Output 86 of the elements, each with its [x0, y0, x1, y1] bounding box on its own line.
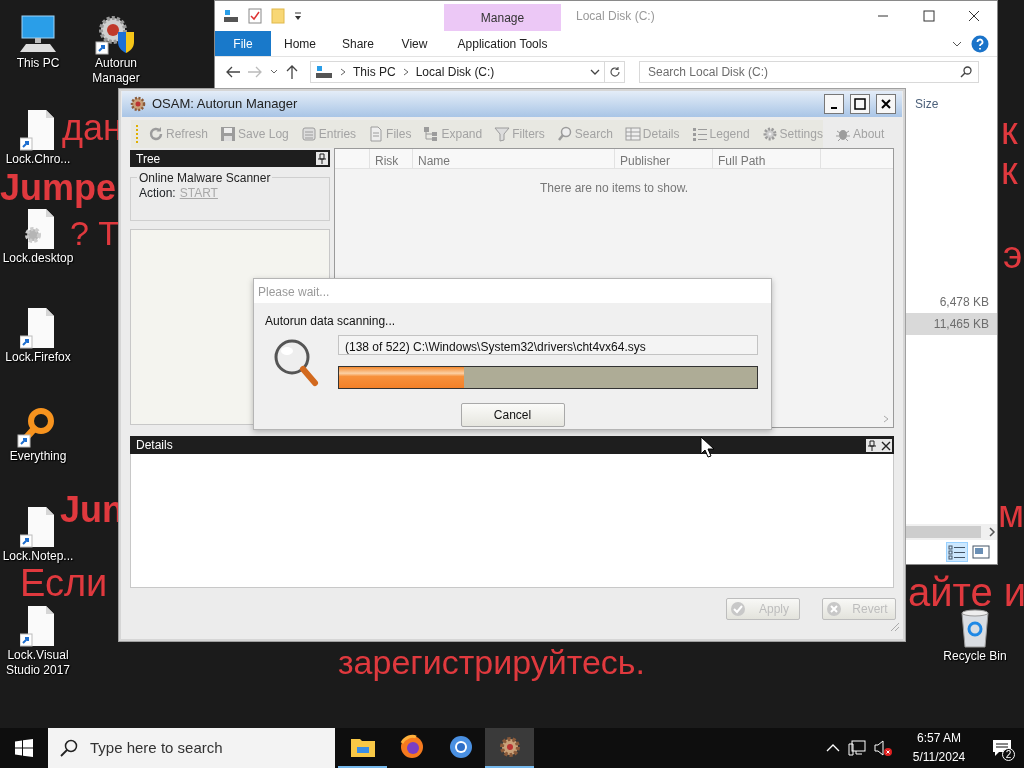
wallpaper-text: к [1001, 152, 1018, 190]
search-icon[interactable] [960, 66, 972, 78]
ribbon-tab[interactable]: View [387, 31, 442, 56]
pin-icon[interactable] [867, 439, 877, 451]
file-size-cell[interactable]: 6,478 KB [906, 291, 997, 313]
toolbar-grip [135, 124, 139, 144]
file-icon[interactable] [20, 108, 56, 152]
thumbnails-view-icon[interactable] [972, 544, 990, 560]
network-icon[interactable] [848, 740, 866, 756]
up-icon[interactable] [285, 64, 299, 80]
horizontal-scrollbar[interactable] [906, 524, 997, 540]
notifications-button[interactable]: 2 [986, 732, 1018, 764]
resize-grip[interactable] [890, 622, 900, 632]
breadcrumb-item[interactable]: This PC [353, 63, 396, 81]
search-icon[interactable] [60, 739, 78, 757]
search-box[interactable]: Type here to search [48, 728, 335, 768]
file-tab[interactable]: File [215, 31, 271, 56]
field-label: Action: [139, 186, 176, 200]
icon-label[interactable]: This PC [16, 56, 60, 71]
wallpaper-text: м [998, 495, 1024, 533]
wallpaper-text: к [1001, 112, 1018, 150]
speaker-muted-icon[interactable] [874, 740, 892, 756]
file-icon[interactable] [20, 604, 56, 648]
chevron-icon [339, 67, 347, 77]
icon-label[interactable]: Lock.Notep... [2, 549, 74, 564]
icon-label[interactable]: Lock.Firefox [5, 350, 71, 365]
file-size-cell[interactable]: 11,465 KB [906, 313, 997, 335]
wallpaper-text: Если [20, 564, 108, 602]
icon-label[interactable]: Lock.Chro... [5, 152, 71, 167]
refresh-button[interactable] [605, 61, 625, 83]
dropdown-icon[interactable] [590, 68, 600, 76]
cancel-button[interactable]: Cancel [460, 403, 565, 427]
details-view-icon[interactable] [948, 544, 966, 560]
icon-label[interactable]: Lock.Visual Studio 2017 [0, 648, 78, 678]
wallpaper-text: Jumpe [0, 170, 117, 206]
file-icon[interactable] [20, 505, 56, 549]
back-icon[interactable] [225, 65, 241, 79]
column-header[interactable]: Size [906, 95, 997, 113]
drive-icon [315, 65, 333, 79]
pointer-icon [700, 436, 714, 458]
window-title: Local Disk (C:) [575, 8, 656, 25]
scroll-right-icon[interactable] [987, 526, 997, 538]
path-field: (138 of 522) C:\Windows\System32\drivers\cht4vx64.sys [338, 335, 758, 355]
column-header[interactable]: Full Path [713, 149, 821, 168]
close-icon[interactable] [967, 10, 981, 22]
search-box[interactable]: Search Local Disk (C:) [639, 61, 979, 83]
icon-label[interactable]: Autorun Manager [76, 56, 156, 86]
chevron-up-icon[interactable] [826, 743, 840, 753]
icon-label[interactable]: Everything [9, 449, 67, 464]
drive-icon[interactable] [223, 8, 239, 24]
group-title: Online Malware Scanner [137, 171, 273, 185]
dialog-title: Please wait... [254, 279, 771, 303]
wallpaper-text: ? Т [70, 216, 120, 250]
breadcrumb-item[interactable]: Local Disk (C:) [415, 63, 495, 81]
wallpaper-text: зарегистрируйтесь. [338, 645, 645, 679]
pin-icon[interactable] [317, 153, 327, 164]
wallpaper-text: айте и [908, 572, 1024, 612]
clock-date[interactable]: 5/11/2024 [912, 748, 966, 767]
column-header[interactable]: Publisher [615, 149, 713, 168]
ribbon-tab[interactable]: Share [329, 31, 387, 56]
wallpaper-text: э [1003, 236, 1023, 274]
status-message: Autorun data scanning... [264, 313, 397, 329]
dropdown-caret-icon[interactable] [293, 10, 303, 22]
search-input[interactable]: Type here to search [88, 735, 335, 761]
clock-time[interactable]: 6:57 AM [917, 729, 961, 748]
icon-label[interactable]: Recycle Bin [943, 649, 1007, 664]
help-icon[interactable] [971, 34, 989, 53]
empty-message: There are no items to show. [538, 180, 690, 197]
ribbon-tab[interactable]: Home [271, 31, 329, 56]
chevron-icon [401, 67, 410, 77]
search-input[interactable]: Search Local Disk (C:) [646, 62, 960, 82]
windows-icon[interactable] [15, 739, 33, 757]
refresh-icon[interactable] [608, 66, 621, 78]
icon-label[interactable]: Lock.desktop [2, 251, 74, 266]
panel-title: Tree [136, 150, 161, 168]
ribbon-tab[interactable]: Application Tools [444, 31, 561, 56]
close-icon[interactable] [881, 439, 891, 451]
column-header[interactable]: Risk [370, 149, 413, 168]
ribbon-tab-group: Manage [444, 4, 561, 31]
file-icon[interactable] [20, 306, 56, 350]
checklist-icon[interactable] [247, 7, 263, 25]
window-title: OSAM: Autorun Manager [152, 95, 299, 114]
panel-title: Details [136, 437, 173, 454]
address-bar[interactable]: This PC Local Disk (C:) [310, 61, 605, 83]
gear-icon [130, 96, 146, 112]
column-header[interactable]: Name [413, 149, 615, 168]
